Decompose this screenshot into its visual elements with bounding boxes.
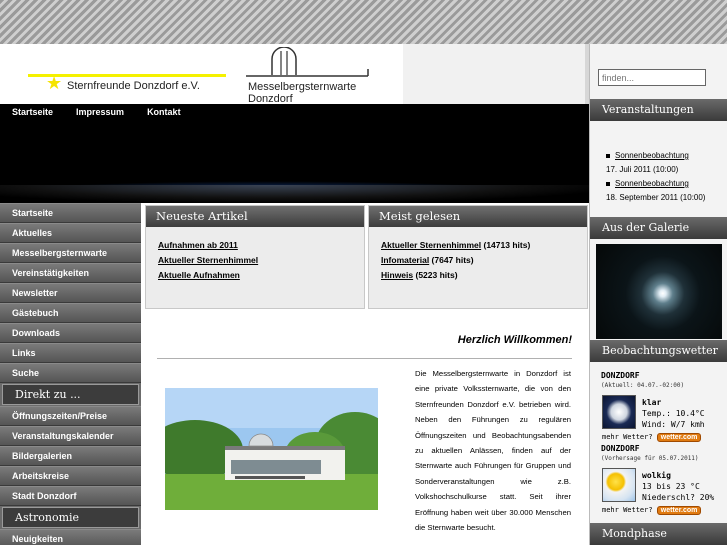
topnav-startseite[interactable]: Startseite <box>12 107 53 117</box>
right-sidebar: Veranstaltungen Sonnenbeobachtung 17. Ju… <box>589 44 727 545</box>
list-item[interactable]: Aktueller Sternenhimmel <box>158 253 364 268</box>
galerie-heading: Aus der Galerie <box>590 217 727 239</box>
menu-links[interactable]: Links <box>0 343 141 363</box>
menu-stadt-donzdorf[interactable]: Stadt Donzdorf <box>0 486 141 506</box>
menu-heading-astronomie: Astronomie <box>2 507 139 528</box>
menu-aktuelles[interactable]: Aktuelles <box>0 223 141 243</box>
observatory-photo <box>165 388 378 510</box>
moon-clear-icon <box>602 395 636 429</box>
wetter-com-badge[interactable]: wetter.com <box>656 506 702 515</box>
event-item[interactable]: Sonnenbeobachtung <box>606 177 689 191</box>
divider <box>157 358 572 359</box>
weather-city: DONZDORF <box>601 371 640 380</box>
menu-bildergalerien[interactable]: Bildergalerien <box>0 446 141 466</box>
welcome-heading: Herzlich Willkommen! <box>457 334 572 346</box>
top-stripe-band <box>0 0 727 44</box>
most-read-title: Meist gelesen <box>369 206 587 227</box>
observatory-name[interactable]: Messelbergsternwarte Donzdorf <box>248 81 378 105</box>
newest-articles-title: Neueste Artikel <box>146 206 364 227</box>
menu-downloads[interactable]: Downloads <box>0 323 141 343</box>
wetter-com-badge[interactable]: wetter.com <box>656 433 702 442</box>
weather-more[interactable]: mehr Wetter? wetter.com <box>602 506 702 515</box>
event-date: 17. Juli 2011 (10:00) <box>606 165 679 174</box>
bullet-icon <box>606 153 610 158</box>
left-menu: Startseite Aktuelles Messelbergsternwart… <box>0 203 141 545</box>
wetter-heading: Beobachtungswetter <box>590 340 727 362</box>
search-input[interactable] <box>598 69 706 86</box>
most-read-box: Meist gelesen Aktueller Sternenhimmel (1… <box>368 205 588 309</box>
event-date: 18. September 2011 (10:00) <box>606 193 706 202</box>
main-content: Neueste Artikel Aufnahmen ab 2011 Aktuel… <box>141 203 589 545</box>
weather-forecast: wolkig 13 bis 23 °C Niederschl? 20% <box>642 471 715 502</box>
veranstaltungen-heading: Veranstaltungen <box>590 99 727 121</box>
list-item[interactable]: Hinweis (5223 hits) <box>381 268 587 283</box>
intro-text: Die Messelbergsternwarte in Donzdorf ist… <box>415 369 571 533</box>
weather-time: (Vorhersage für 05.07.2011) <box>601 455 699 462</box>
bullet-icon <box>606 181 610 186</box>
menu-suche[interactable]: Suche <box>0 363 141 383</box>
menu-gaestebuch[interactable]: Gästebuch <box>0 303 141 323</box>
club-name[interactable]: Sternfreunde Donzdorf e.V. <box>67 80 200 92</box>
weather-city: DONZDORF <box>601 444 640 453</box>
weather-more[interactable]: mehr Wetter? wetter.com <box>602 433 702 442</box>
weather-time: (Aktuell: 04.07.-02:00) <box>601 382 685 389</box>
menu-startseite[interactable]: Startseite <box>0 203 141 223</box>
menu-neuigkeiten[interactable]: Neuigkeiten <box>0 529 141 545</box>
list-item[interactable]: Aktueller Sternenhimmel (14713 hits) <box>381 238 587 253</box>
mondphase-heading: Mondphase <box>590 523 727 545</box>
menu-heading-direkt: Direkt zu ... <box>2 384 139 405</box>
menu-vereinstaetigkeiten[interactable]: Vereinstätigkeiten <box>0 263 141 283</box>
newest-articles-box: Neueste Artikel Aufnahmen ab 2011 Aktuel… <box>145 205 365 309</box>
menu-newsletter[interactable]: Newsletter <box>0 283 141 303</box>
menu-oeffnungszeiten[interactable]: Öffnungszeiten/Preise <box>0 406 141 426</box>
event-item[interactable]: Sonnenbeobachtung <box>606 149 689 163</box>
topnav-impressum[interactable]: Impressum <box>76 107 124 117</box>
gallery-image[interactable] <box>596 244 722 339</box>
list-item[interactable]: Aufnahmen ab 2011 <box>158 238 364 253</box>
site-header: ★ Sternfreunde Donzdorf e.V. Messelbergs… <box>0 44 585 105</box>
topnav-kontakt[interactable]: Kontakt <box>147 107 181 117</box>
weather-current: klar Temp.: 10.4°C Wind: W/7 kmh <box>642 398 705 429</box>
menu-arbeitskreise[interactable]: Arbeitskreise <box>0 466 141 486</box>
sun-cloud-icon <box>602 468 636 502</box>
star-icon: ★ <box>46 73 63 93</box>
list-item[interactable]: Aktuelle Aufnahmen <box>158 268 364 283</box>
observatory-logo-icon <box>246 47 369 77</box>
menu-veranstaltungskalender[interactable]: Veranstaltungskalender <box>0 426 141 446</box>
top-navigation: Startseite Impressum Kontakt <box>12 107 204 117</box>
menu-messelbergsternwarte[interactable]: Messelbergsternwarte <box>0 243 141 263</box>
earth-horizon-banner <box>0 104 589 203</box>
list-item[interactable]: Infomaterial (7647 hits) <box>381 253 587 268</box>
